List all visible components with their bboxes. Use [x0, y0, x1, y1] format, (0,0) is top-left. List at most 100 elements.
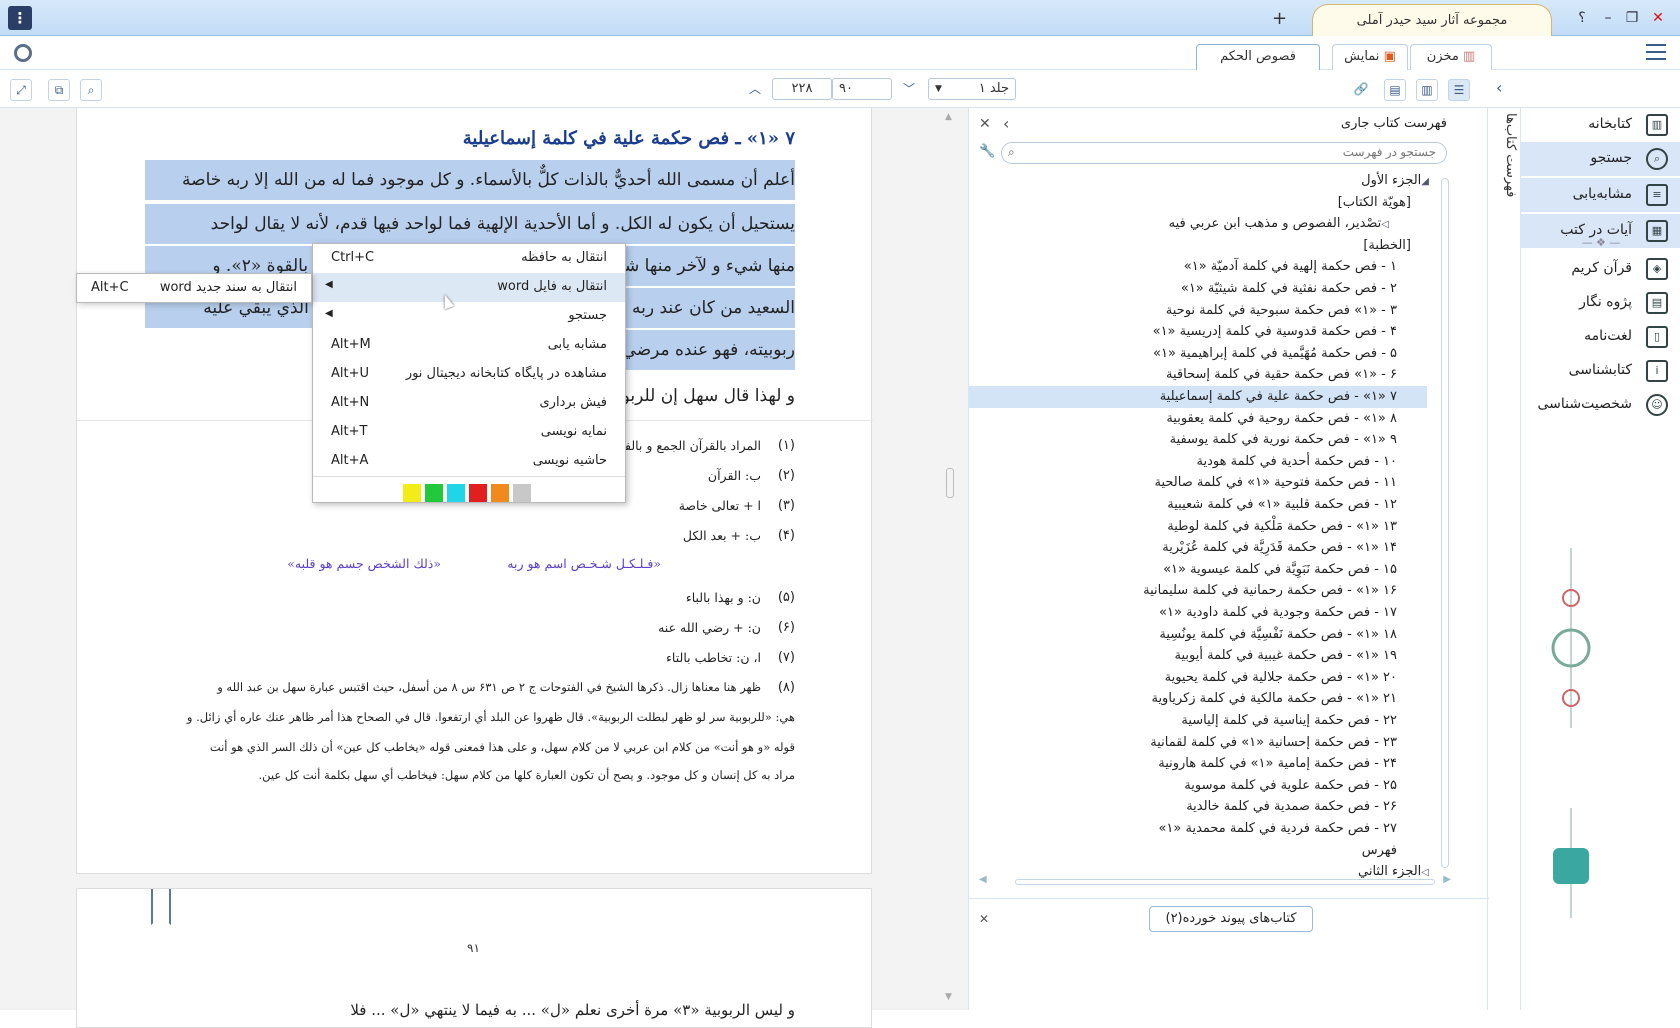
highlight-swatch-yellow[interactable] [403, 484, 421, 502]
toc-item[interactable]: ۶ - «۱» فص حكمة حقية في كلمة إسحاقية [1166, 364, 1397, 386]
toc-item[interactable]: ۲۶ - فص حكمة صمدية في كلمة خالدية [1186, 796, 1397, 818]
settings-gear-icon[interactable] [14, 44, 32, 62]
toc-item[interactable]: ۱۲ - فص حكمة قلبية «۱» في كلمة شعيبية [1167, 494, 1397, 516]
wrench-icon[interactable]: 🔧 [979, 144, 995, 159]
sidebar-item-person[interactable]: شخصیت‌شناسی ☺ [1520, 388, 1680, 422]
search-icon: ⌕ [1646, 148, 1668, 170]
menu-item-export-word[interactable]: انتقال به فایل word ◀ [313, 273, 625, 302]
menu-item-note-card[interactable]: فیش برداری Alt+N [313, 389, 625, 418]
toc-item[interactable]: ۲۷ - فص حكمة فردية في كلمة محمدية «۱» [1158, 818, 1397, 840]
toc-item[interactable]: ◢الجزء الأول [1361, 170, 1437, 192]
highlight-swatch-cyan[interactable] [447, 484, 465, 502]
verse-right: «فـلـكـل شـخـص اسم هو ربه [507, 556, 661, 571]
add-tab-button[interactable]: + [1272, 8, 1287, 29]
menu-item-noor-library[interactable]: مشاهده در پایگاه کتابخانه دیجیتال نور Alt… [313, 360, 625, 389]
menu-item-annotate[interactable]: حاشیه نویسی Alt+A [313, 447, 625, 476]
sidebar-item-dictionary[interactable]: لغت‌نامه ▯ [1520, 320, 1680, 354]
highlight-swatch-green[interactable] [425, 484, 443, 502]
close-button[interactable]: ✕ [1648, 8, 1668, 28]
expand-icon[interactable]: ⤢ [10, 79, 32, 101]
toc-item[interactable]: ۲۵ - فص حكمة علوية في كلمة موسوية [1184, 775, 1397, 797]
toc-item[interactable]: ۱۹ «۱» - فص حكمة غيبية في كلمة أيوبية [1175, 645, 1397, 667]
toc-item[interactable]: ۲ - فص حكمة نفثية في كلمة شيثيّة «۱» [1181, 278, 1397, 300]
toc-item[interactable]: ۲۳ - فص حكمة إحسانية «۱» في كلمة لقمانية [1150, 732, 1397, 754]
chevron-up-icon[interactable]: ︿ [744, 79, 766, 101]
sidebar-item-similar[interactable]: مشابه‌یابی ≡ [1520, 178, 1680, 212]
toc-item[interactable]: ۱۸ «۱» - فص حكمة نَفْسِيَّة في كلمة يونُ… [1159, 624, 1397, 646]
toc-item[interactable]: ۸ «۱» - فص حكمة روحية في كلمة يعقوبية [1166, 408, 1397, 430]
split-view-icon[interactable]: ⧉ [48, 79, 70, 101]
menu-item-index[interactable]: نمایه نویسی Alt+T [313, 418, 625, 447]
text-line[interactable]: أعلم أن مسمى الله أحديٌّ بالذات كلٌّ بال… [145, 160, 795, 200]
chevron-down-icon[interactable]: ﹀ [898, 79, 920, 101]
list-view-icon[interactable]: ☰ [1448, 79, 1470, 101]
volume-select[interactable]: ▼ جلد ۱ [928, 78, 1016, 100]
main-menu-button[interactable]: ⋮ [8, 6, 32, 30]
toc-item[interactable]: ۱ - فص حكمة إلهية في كلمة آدميّة «۱» [1184, 256, 1397, 278]
toc-title: فهرست کتاب جاری [1340, 116, 1447, 131]
hamburger-icon[interactable] [1646, 44, 1666, 60]
sidebar-item-notes[interactable]: پژوه نگار ▤ [1520, 286, 1680, 320]
footnote-number: (۱) [777, 438, 795, 453]
toc-item[interactable]: ۱۳ «۱» - فص حكمة مَلْكية في كلمة لوطية [1167, 516, 1397, 538]
toc-item[interactable]: ۱۰ - فص حكمة أحدية في كلمة هودية [1197, 451, 1397, 473]
sidebar-item-bibliography[interactable]: کتابشناسی i [1520, 354, 1680, 388]
toc-item[interactable]: ۴ - فص حكمة قدوسية في كلمة إدريسية «۱» [1153, 321, 1397, 343]
vertical-tab-books-list[interactable]: فهرست کتاب‌ها [1490, 100, 1518, 210]
footnote-number: (۵) [777, 590, 795, 605]
toc-item[interactable]: ۷ «۱» - فص حكمة علية في كلمة إسماعيلية [969, 386, 1427, 408]
sidebar-item-quran[interactable]: قرآن کریم ◈ [1520, 252, 1680, 286]
help-button[interactable]: ؟ [1572, 8, 1592, 28]
toc-item[interactable]: ۱۴ «۱» - فص حكمة قَدَرِيَّة في كلمة عُزَ… [1162, 537, 1397, 559]
expand-arrow-icon: ◢ [1421, 176, 1429, 187]
toc-item[interactable]: [الخطبة] [1363, 235, 1411, 257]
menu-item-search[interactable]: جستجو ◀ [313, 302, 625, 331]
toc-item[interactable]: [هويّة الكتاب] [1338, 192, 1411, 214]
document-scrollbar[interactable]: ▲ ▼ [944, 112, 956, 1002]
footnote-text: هي: «للربوبية سر لو ظهر لبطلت الربوبية».… [186, 710, 795, 724]
back-icon[interactable]: ‹ [1003, 114, 1009, 133]
toc-item[interactable]: ۱۱ - فص حكمة فتوحية «۱» في كلمة صالحية [1154, 472, 1397, 494]
sidebar-item-library[interactable]: کتابخانه ▥ [1520, 108, 1680, 142]
highlight-swatch-red[interactable] [469, 484, 487, 502]
collapse-sidebar-icon[interactable]: ‹ [1496, 78, 1502, 97]
close-toc-icon[interactable]: ✕ [979, 116, 991, 132]
tab-repository[interactable]: مخزن ▥ [1410, 44, 1492, 70]
person-icon: ☺ [1646, 394, 1668, 416]
toc-item[interactable]: ۱۶ «۱» - فص حكمة رحمانية في كلمة سليماني… [1143, 580, 1397, 602]
toc-item[interactable]: ۲۴ - فص حكمة إمامية «۱» في كلمة هارونية [1158, 753, 1397, 775]
menu-item-copy[interactable]: انتقال به حافظه Ctrl+C [313, 244, 625, 273]
toc-item[interactable]: ۱۵ - فص حكمة نَبَوِيَّة في كلمة عيسوية «… [1163, 559, 1397, 581]
bookmark-icon[interactable] [151, 889, 171, 925]
toc-vertical-scrollbar[interactable] [1441, 178, 1449, 868]
book-view-icon[interactable]: ▥ [1416, 79, 1438, 101]
close-linked-icon[interactable]: ✕ [979, 912, 989, 926]
toc-horizontal-scrollbar[interactable]: ◀ ▶ [979, 874, 1451, 888]
toc-item[interactable]: ۹ «۱» - فص حكمة نورية في كلمة يوسفية [1170, 429, 1397, 451]
linked-books-button[interactable]: کتاب‌های پیوند خورده(۲) [1149, 906, 1313, 932]
menu-item-similar[interactable]: مشابه یابی Alt+M [313, 331, 625, 360]
page-number-input[interactable]: ۹۰ [832, 78, 892, 100]
app-tab[interactable]: مجموعه آثار سید حیدر آملی [1312, 4, 1552, 36]
toc-search-input[interactable] [1036, 145, 1436, 159]
bookmark-view-icon[interactable]: ▤ [1384, 79, 1406, 101]
toc-item[interactable]: فهرس [1362, 840, 1397, 862]
restore-button[interactable]: ❐ [1622, 8, 1642, 28]
text-line[interactable]: يستحيل أن يكون له الكل. و أما الأحدية ال… [145, 204, 795, 244]
search-icon[interactable]: ⌕ [80, 79, 102, 101]
toc-item[interactable]: ◁تصْدير، الفصوص و مذهب ابن عربي فيه [1169, 213, 1397, 235]
sidebar-item-search[interactable]: جستجو ⌕ [1520, 142, 1680, 176]
minimize-button[interactable]: – [1598, 8, 1618, 28]
highlight-swatch-gray[interactable] [513, 484, 531, 502]
toc-item[interactable]: ۱۷ - فص حكمة وجودية في كلمة داودية «۱» [1159, 602, 1397, 624]
menu-item-new-word-doc[interactable]: انتقال به سند جدید word Alt+C [77, 274, 311, 303]
toc-item[interactable]: ۳ - «۱» فص حكمة سبوحية في كلمة نوحية [1166, 300, 1397, 322]
tab-display[interactable]: نمایش ▣ [1332, 44, 1408, 70]
toc-item[interactable]: ۲۰ «۱» - فص حكمة جلالية في كلمة يحيوية [1165, 667, 1397, 689]
highlight-swatch-orange[interactable] [491, 484, 509, 502]
toc-item[interactable]: ۵ - فص حكمة مُهَيَّمية في كلمة إبراهيمية… [1153, 343, 1397, 365]
toc-item[interactable]: ۲۲ - فص حكمة إيناسية في كلمة إلياسية [1181, 710, 1397, 732]
tab-book[interactable]: فصوص الحكم [1196, 44, 1320, 70]
toc-item[interactable]: ۲۱ «۱» - فص حكمة مالكية في كلمة زكرياوية [1151, 688, 1397, 710]
link-icon[interactable]: 🔗 [1350, 79, 1372, 101]
